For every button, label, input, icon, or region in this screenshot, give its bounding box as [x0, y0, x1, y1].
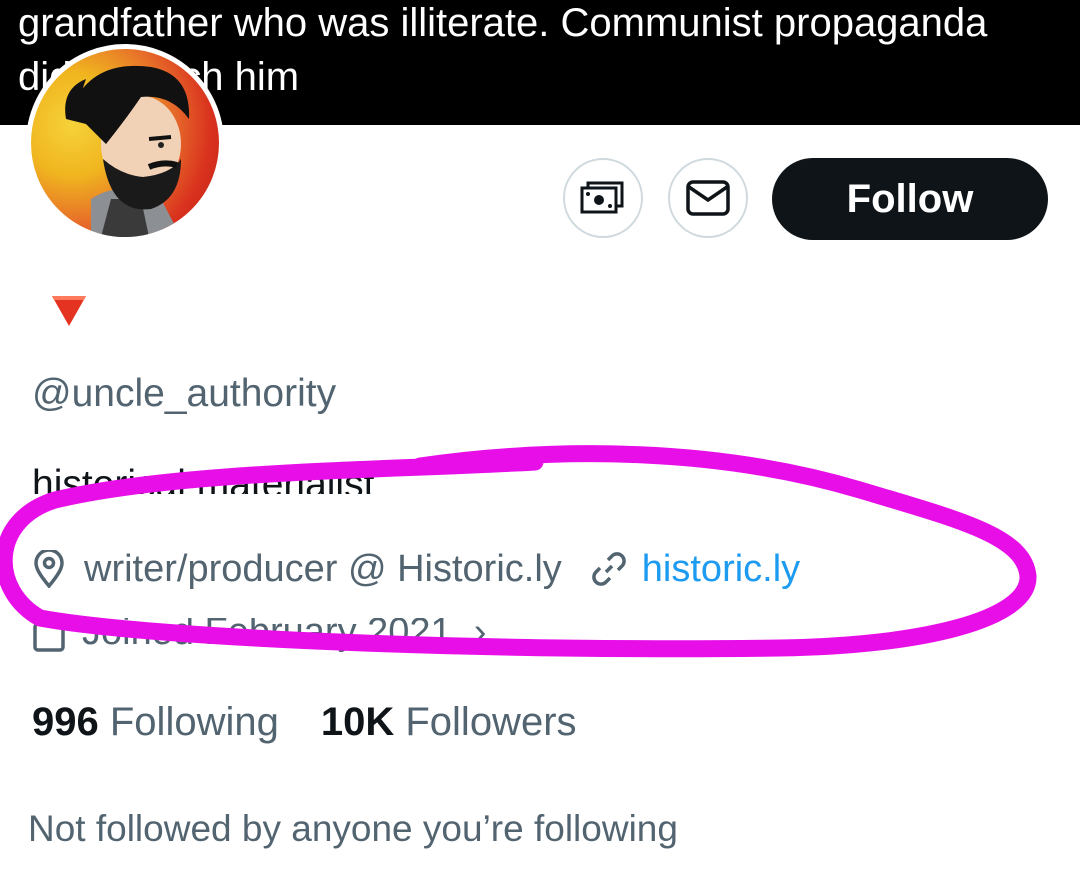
message-button[interactable]: [668, 158, 748, 238]
profile-bio: historical materialist: [32, 463, 375, 494]
location-pin-icon: [32, 550, 66, 588]
chevron-right-icon[interactable]: ›: [474, 618, 487, 651]
envelope-icon: [686, 180, 730, 216]
following-stat[interactable]: 996 Following: [32, 700, 279, 745]
avatar[interactable]: [26, 44, 224, 242]
profile-meta-row: writer/producer @ Historic.ly historic.l…: [32, 542, 800, 596]
profile-joined-row: Joined February 2021 ›: [32, 618, 486, 664]
not-followed-note: Not followed by anyone you’re following: [28, 808, 678, 849]
profile-joined: Joined February 2021: [82, 618, 452, 653]
profile-handle: @uncle_authority: [32, 372, 337, 415]
followers-stat[interactable]: 10K Followers: [321, 700, 577, 745]
avatar-illustration: [65, 65, 190, 237]
followers-count: 10K: [320, 700, 395, 744]
calendar-icon: [32, 618, 66, 662]
follow-stats: 996 Following 10K Followers: [32, 700, 577, 745]
following-label: Following: [109, 700, 279, 744]
following-count: 996: [32, 700, 99, 744]
profile-website-link[interactable]: historic.ly: [642, 548, 800, 591]
link-icon: [591, 552, 626, 586]
followers-label: Followers: [405, 700, 577, 744]
red-triangle-down-icon: [50, 294, 88, 333]
tip-button[interactable]: [563, 158, 643, 238]
money-icon: [580, 181, 624, 214]
follow-button[interactable]: Follow: [772, 158, 1048, 240]
profile-location: writer/producer @ Historic.ly: [84, 547, 562, 590]
